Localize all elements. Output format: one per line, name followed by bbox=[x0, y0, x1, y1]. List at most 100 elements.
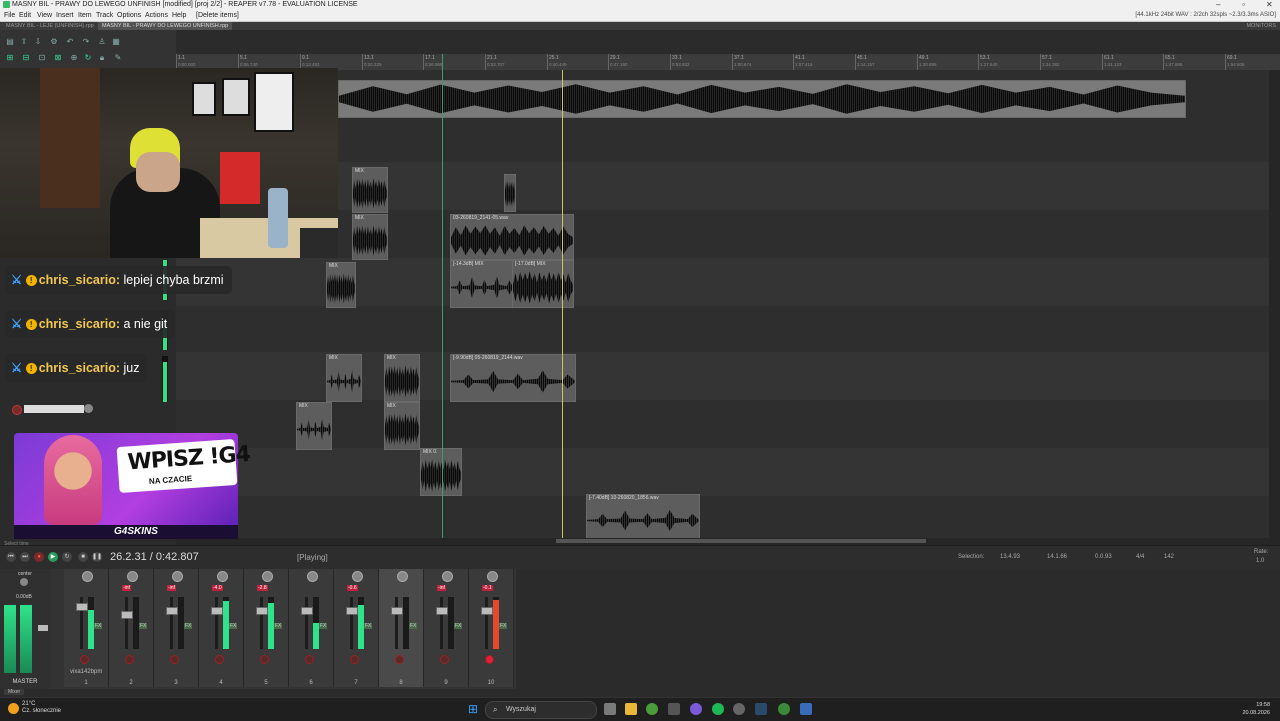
maximize-icon[interactable]: ▫ bbox=[1242, 0, 1245, 9]
audio-item[interactable]: MIX bbox=[296, 402, 332, 450]
audio-item[interactable]: MIX 0. bbox=[420, 448, 462, 496]
menu-file[interactable]: File bbox=[4, 12, 15, 19]
mixer-tab[interactable]: Mixer bbox=[4, 689, 25, 695]
master-channel[interactable]: center 0.00dB MASTER bbox=[0, 569, 50, 689]
loop-icon[interactable]: ↻ bbox=[84, 54, 92, 62]
audio-item[interactable]: [-9.90dB] 05-260819_2144.wav bbox=[450, 354, 576, 402]
master-fader-cap[interactable] bbox=[38, 625, 48, 631]
menu-actions[interactable]: Actions bbox=[145, 12, 168, 19]
envelope-icon[interactable]: ⊕ bbox=[70, 54, 78, 62]
pan-knob[interactable] bbox=[127, 571, 138, 582]
bpm-field[interactable]: 142 bbox=[1164, 554, 1174, 560]
volume-fader[interactable] bbox=[305, 597, 308, 649]
menu-item[interactable]: Item bbox=[78, 12, 92, 19]
volume-knob[interactable] bbox=[84, 404, 93, 413]
mixer-channel-7[interactable]: -0.6 FX 7 bbox=[334, 569, 379, 687]
mixer-channel-4[interactable]: -4.0 FX 4 bbox=[199, 569, 244, 687]
pan-knob[interactable] bbox=[397, 571, 408, 582]
track-lane[interactable] bbox=[176, 496, 1269, 539]
audio-item[interactable]: [-7.40dB] 10-260820_1856.wav bbox=[586, 494, 700, 540]
app-icon[interactable] bbox=[668, 703, 680, 715]
pan-knob[interactable] bbox=[172, 571, 183, 582]
menu-track[interactable]: Track bbox=[96, 12, 113, 19]
track-name-field[interactable] bbox=[24, 405, 84, 413]
time-signature[interactable]: 4/4 bbox=[1136, 554, 1144, 560]
record-arm-icon[interactable] bbox=[12, 405, 22, 415]
app-icon[interactable] bbox=[800, 703, 812, 715]
record-arm-icon[interactable] bbox=[80, 655, 89, 664]
weather-widget[interactable]: 21°C Cz. słonecznie bbox=[22, 701, 61, 715]
track-lane[interactable] bbox=[176, 162, 1269, 211]
audio-item[interactable]: MIX bbox=[326, 354, 362, 402]
task-view-icon[interactable] bbox=[604, 703, 616, 715]
selection-length[interactable]: 0.0.93 bbox=[1095, 554, 1112, 560]
volume-fader[interactable] bbox=[215, 597, 218, 649]
mixer-channel-9[interactable]: -inf FX 9 bbox=[424, 569, 469, 687]
volume-fader[interactable] bbox=[350, 597, 353, 649]
undo-icon[interactable]: ↶ bbox=[66, 38, 74, 46]
minimize-icon[interactable]: – bbox=[1216, 0, 1220, 9]
menu-insert[interactable]: Insert bbox=[56, 12, 74, 19]
menu-help[interactable]: Help bbox=[172, 12, 186, 19]
horizontal-scrollbar[interactable] bbox=[176, 538, 1269, 545]
track-lane[interactable] bbox=[176, 400, 1269, 449]
mixer-channel-8[interactable]: FX 8 bbox=[379, 569, 424, 687]
scroll-thumb[interactable] bbox=[556, 539, 926, 543]
fader-cap[interactable] bbox=[301, 607, 313, 615]
pan-knob[interactable] bbox=[352, 571, 363, 582]
redo-icon[interactable]: ↷ bbox=[82, 38, 90, 46]
go-start-icon[interactable]: ⏮ bbox=[6, 552, 16, 562]
tab-project-1[interactable]: MASNY BIL - LEJE (UNFINISH).rpp bbox=[2, 22, 98, 30]
pan-knob[interactable] bbox=[442, 571, 453, 582]
browser-icon[interactable] bbox=[778, 703, 790, 715]
record-arm-icon[interactable] bbox=[125, 655, 134, 664]
taskbar-search[interactable]: ⌕ Wyszukaj bbox=[485, 701, 597, 719]
vertical-scrollbar[interactable] bbox=[1269, 70, 1280, 545]
fx-button[interactable]: FX bbox=[94, 623, 103, 629]
audio-item[interactable]: MIX bbox=[384, 402, 420, 450]
master-pan-knob[interactable] bbox=[20, 578, 28, 586]
stop-icon[interactable]: ■ bbox=[78, 552, 88, 562]
app-icon[interactable] bbox=[733, 703, 745, 715]
pan-knob[interactable] bbox=[262, 571, 273, 582]
record-arm-icon[interactable] bbox=[305, 655, 314, 664]
mixer-channel-2[interactable]: -inf FX 2 bbox=[109, 569, 154, 687]
new-project-icon[interactable]: ▤ bbox=[6, 38, 14, 46]
audio-item[interactable]: MIX bbox=[352, 167, 388, 213]
fader-cap[interactable] bbox=[211, 607, 223, 615]
volume-fader[interactable] bbox=[170, 597, 173, 649]
fx-button[interactable]: FX bbox=[184, 623, 193, 629]
file-explorer-icon[interactable] bbox=[625, 703, 637, 715]
mixer-channel-6[interactable]: FX 6 bbox=[289, 569, 334, 687]
track-lane[interactable] bbox=[176, 448, 1269, 497]
pan-knob[interactable] bbox=[487, 571, 498, 582]
fader-cap[interactable] bbox=[256, 607, 268, 615]
fx-button[interactable]: FX bbox=[139, 623, 148, 629]
fader-cap[interactable] bbox=[76, 603, 88, 611]
timeline-ruler[interactable]: 1.1 0:00.000 5.1 0:06.740 9.1 0:13.483 13.1… bbox=[176, 54, 1280, 71]
pan-knob[interactable] bbox=[217, 571, 228, 582]
chrome-icon[interactable] bbox=[646, 703, 658, 715]
fx-button[interactable]: FX bbox=[409, 623, 418, 629]
audio-item[interactable]: 03-260819_2141-05.wav bbox=[450, 214, 574, 260]
pencil-icon[interactable]: ✎ bbox=[114, 54, 122, 62]
pause-icon[interactable]: ❚❚ bbox=[92, 552, 102, 562]
track-lane[interactable] bbox=[176, 306, 1269, 353]
fader-cap[interactable] bbox=[481, 607, 493, 615]
mixer-channel-10[interactable]: -0.1 FX 10 bbox=[469, 569, 514, 687]
tab-project-2[interactable]: MASNY BIL - PRAWY DO LEWEGO UNFINISH.rpp bbox=[98, 22, 233, 30]
settings-icon[interactable]: ⚙ bbox=[50, 38, 58, 46]
mixer-channel-3[interactable]: -inf FX 3 bbox=[154, 569, 199, 687]
record-arm-icon[interactable] bbox=[215, 655, 224, 664]
save-icon[interactable]: ⇩ bbox=[34, 38, 42, 46]
pan-knob[interactable] bbox=[307, 571, 318, 582]
lock-icon[interactable]: 🔒︎ bbox=[98, 54, 106, 62]
snap-icon[interactable]: ⊞ bbox=[6, 54, 14, 62]
fader-cap[interactable] bbox=[121, 611, 133, 619]
volume-fader[interactable] bbox=[395, 597, 398, 649]
fx-button[interactable]: FX bbox=[274, 623, 283, 629]
master-volume[interactable]: 0.00dB bbox=[16, 594, 32, 600]
fx-button[interactable]: FX bbox=[454, 623, 463, 629]
audio-status[interactable]: [44.1kHz 24bit WAV : 2/2ch 32spls ~2.3/3… bbox=[1135, 12, 1276, 18]
volume-fader[interactable] bbox=[260, 597, 263, 649]
